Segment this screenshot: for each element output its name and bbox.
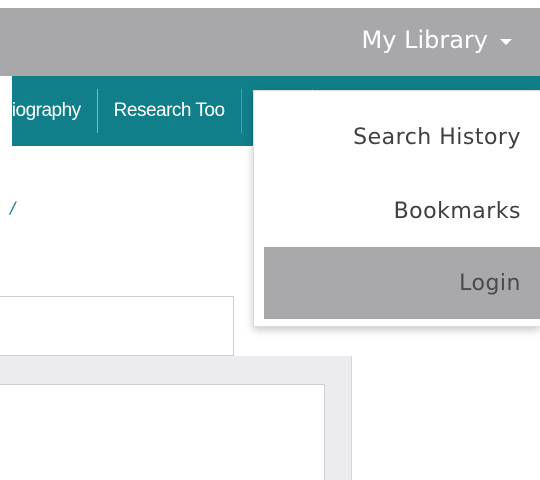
page: My Library bliography Research Too / Sea… [0, 0, 540, 480]
menu-item-bookmarks[interactable]: Bookmarks [264, 175, 540, 247]
top-header-bar: My Library [0, 0, 540, 76]
search-input-box[interactable] [0, 296, 234, 356]
my-library-menu-toggle[interactable]: My Library [362, 22, 512, 58]
nav-item-research-tools[interactable]: Research Too [98, 89, 241, 133]
menu-item-search-history[interactable]: Search History [264, 101, 540, 173]
content-panel-inner [0, 384, 325, 480]
top-white-strip [0, 0, 540, 8]
my-library-label: My Library [361, 26, 488, 54]
menu-item-label: Search History [353, 124, 521, 150]
menu-item-label: Login [459, 270, 521, 296]
caret-down-icon [500, 39, 512, 45]
my-library-dropdown-menu: Search History Bookmarks Login [253, 90, 540, 327]
content-link-fragment[interactable]: / [10, 198, 15, 217]
menu-item-login[interactable]: Login [264, 247, 540, 319]
nav-item-bibliography[interactable]: bliography [12, 89, 97, 133]
menu-item-label: Bookmarks [393, 198, 521, 224]
